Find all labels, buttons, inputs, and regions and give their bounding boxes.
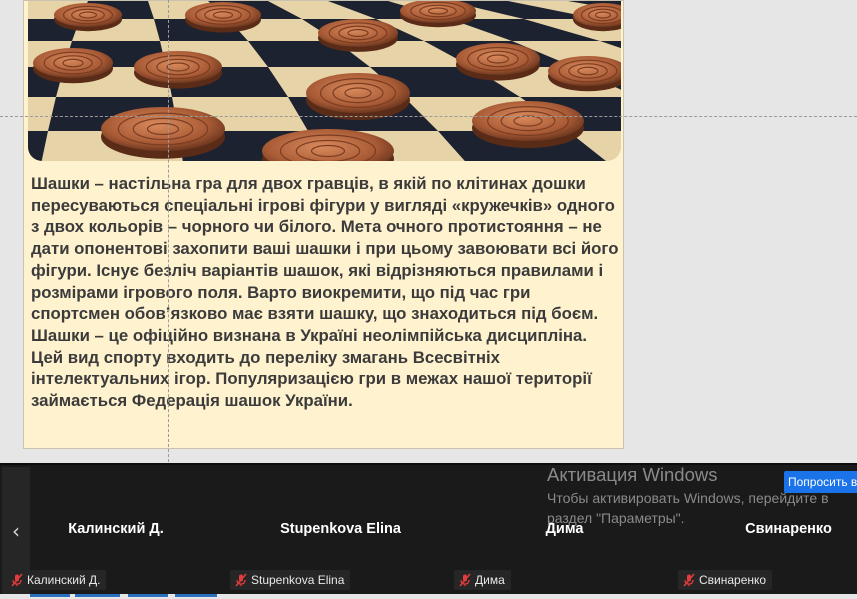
mic-muted-icon: [683, 573, 695, 587]
slide-description: Шашки – настільна гра для двох гравців, …: [31, 173, 621, 412]
ask-button[interactable]: Попросить в: [784, 471, 857, 493]
participant-label: Stupenkova Elina: [230, 570, 351, 590]
participant-label: Дима: [454, 570, 511, 590]
vertical-guide-line: [168, 0, 169, 462]
participant-label: Калинский Д.: [6, 570, 107, 590]
participant-name: Stupenkova Elina: [280, 521, 401, 537]
strip-bottom-edge: [0, 594, 857, 599]
participant-name: Калинский Д.: [68, 521, 164, 537]
checkers-board-image: [28, 1, 621, 161]
participant-label: Свинаренко: [678, 570, 773, 590]
activation-text: Чтобы активировать Windows, перейдите в …: [547, 490, 829, 526]
participant-label-text: Свинаренко: [699, 573, 767, 587]
mic-muted-icon: [459, 573, 471, 587]
participant-label-text: Stupenkova Elina: [251, 573, 345, 587]
mic-muted-icon: [11, 573, 23, 587]
description-paragraph-2: Шашки – це офіційно визнана в Україні не…: [31, 325, 592, 411]
slide-card: Шашки – настільна гра для двох гравців, …: [23, 0, 624, 449]
participant-label-text: Калинский Д.: [27, 573, 101, 587]
horizontal-guide-line: [0, 116, 857, 117]
mic-muted-icon: [235, 573, 247, 587]
description-paragraph-1: Шашки – настільна гра для двох гравців, …: [31, 174, 619, 324]
participant-label-text: Дима: [475, 573, 505, 587]
